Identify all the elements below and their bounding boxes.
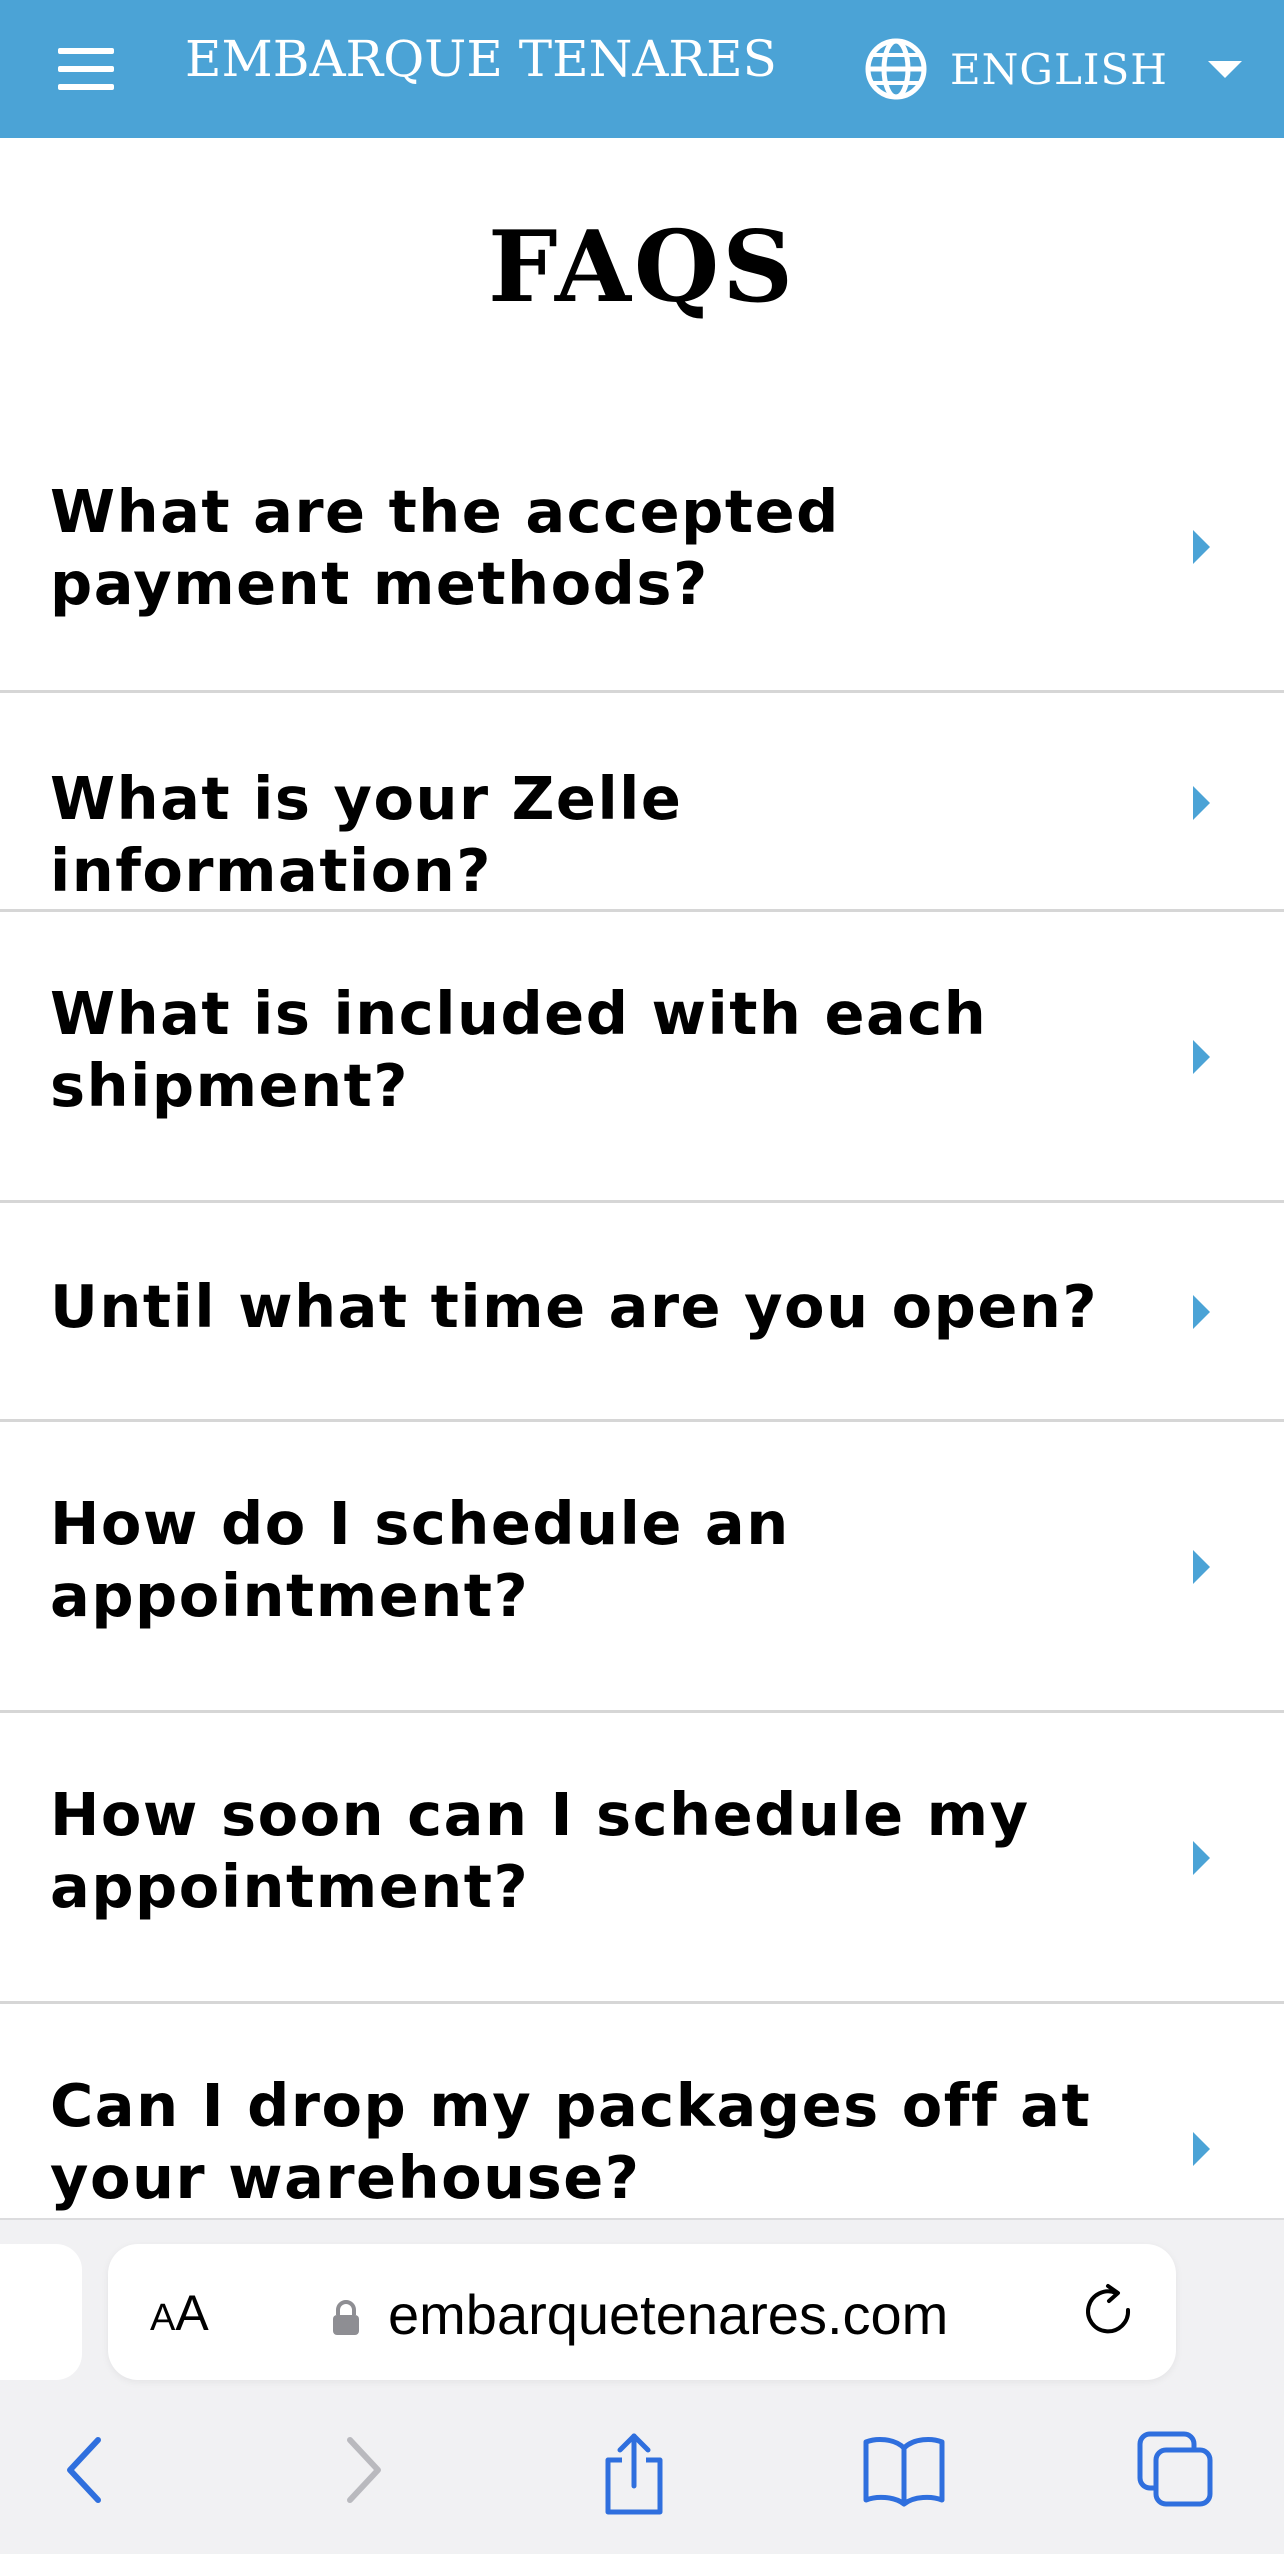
caret-down-icon [1207, 60, 1242, 78]
page: EMBARQUE TENARES ENGLISH FAQS What are t… [0, 0, 1284, 2554]
chevron-right-icon [1193, 1841, 1210, 1875]
bookmarks-icon[interactable] [862, 2430, 946, 2510]
text-size-label-big: A [175, 2285, 209, 2341]
tabs-icon[interactable] [1136, 2430, 1216, 2510]
language-selector[interactable]: ENGLISH [864, 30, 1242, 108]
page-title: FAQS [487, 210, 796, 325]
text-size-label-small: A [150, 2297, 176, 2339]
language-label: ENGLISH [950, 44, 1168, 94]
text-size-button[interactable]: AA [150, 2284, 209, 2342]
chevron-right-icon [1193, 1295, 1210, 1329]
globe-icon [865, 38, 927, 100]
hamburger-menu-icon[interactable] [56, 44, 116, 94]
faq-item-zelle[interactable]: What is your Zelle information? [0, 693, 1284, 912]
lock-icon [333, 2300, 359, 2335]
faq-item-schedule-soon[interactable]: How soon can I schedule my appointment? [0, 1713, 1284, 2004]
back-icon[interactable] [58, 2430, 108, 2510]
browser-toolbar: AA embarquetenares.com [0, 2218, 1284, 2554]
brand-name[interactable]: EMBARQUE TENARES [185, 30, 777, 88]
chevron-right-icon [1193, 1550, 1210, 1584]
faq-item-hours[interactable]: Until what time are you open? [0, 1203, 1284, 1422]
faq-question: How soon can I schedule my appointment? [50, 1780, 1030, 1921]
faq-item-payment-methods[interactable]: What are the accepted payment methods? [0, 420, 1284, 693]
chevron-right-icon [1193, 530, 1210, 564]
share-icon[interactable] [598, 2430, 670, 2518]
faq-question: What are the accepted payment methods? [50, 477, 840, 618]
faq-question: Until what time are you open? [50, 1272, 1099, 1341]
faq-item-included[interactable]: What is included with each shipment? [0, 912, 1284, 1203]
faq-question: Can I drop my packages off at your wareh… [50, 2071, 1092, 2212]
faq-question: How do I schedule an appointment? [50, 1489, 790, 1630]
faq-question: What is included with each shipment? [50, 979, 988, 1120]
address-bar[interactable]: AA embarquetenares.com [108, 2244, 1176, 2380]
faq-item-schedule[interactable]: How do I schedule an appointment? [0, 1422, 1284, 1713]
site-header: EMBARQUE TENARES ENGLISH [0, 0, 1284, 138]
chevron-right-icon [1193, 2132, 1210, 2166]
previous-tab-peek[interactable] [0, 2244, 82, 2380]
faq-question: What is your Zelle information? [50, 764, 683, 905]
reload-icon[interactable] [1078, 2280, 1142, 2344]
chevron-right-icon [1193, 786, 1210, 820]
url-text: embarquetenares.com [388, 2283, 949, 2346]
navigation-toolbar [0, 2420, 1284, 2530]
chevron-right-icon [1193, 1040, 1210, 1074]
forward-icon[interactable] [340, 2430, 390, 2510]
